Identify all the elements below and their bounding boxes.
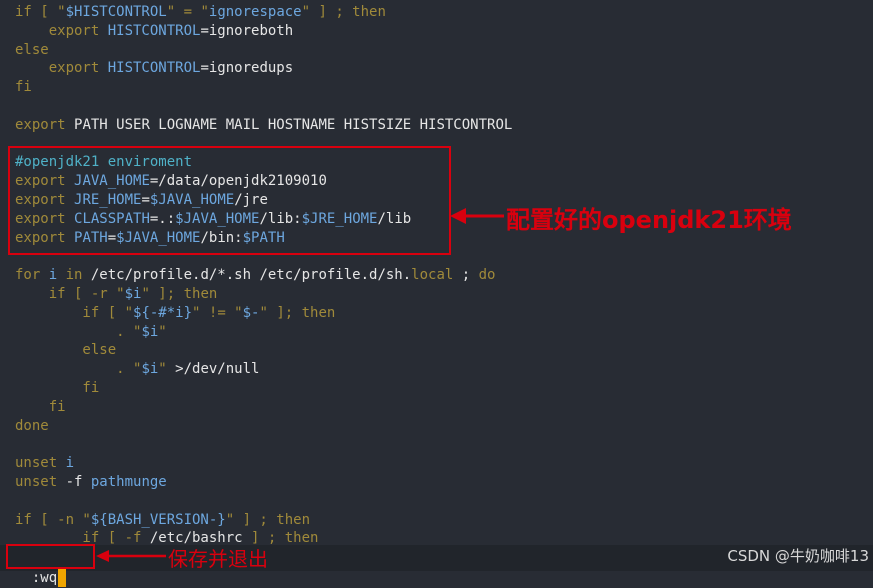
code-line: export HISTCONTROL=ignoredups bbox=[15, 59, 512, 78]
code-token: export bbox=[15, 116, 75, 133]
code-token: " ]; then bbox=[259, 304, 336, 321]
code-token: HISTCONTROL bbox=[107, 22, 201, 39]
code-line: fi bbox=[15, 379, 512, 398]
command-highlight-box bbox=[6, 544, 95, 569]
code-token: ${-#*i} bbox=[133, 304, 193, 321]
code-line: . "$i" bbox=[15, 323, 512, 342]
code-line: fi bbox=[15, 78, 512, 97]
code-token: $- bbox=[242, 304, 260, 321]
code-line: for i in /etc/profile.d/*.sh /etc/profil… bbox=[15, 266, 512, 285]
code-token: =ignoreboth bbox=[200, 22, 294, 39]
code-token: unset bbox=[15, 455, 66, 472]
code-token: . " bbox=[15, 323, 142, 340]
code-token: $HISTCONTROL bbox=[65, 4, 167, 20]
code-line: if [ "$HISTCONTROL" = "ignorespace" ] ; … bbox=[15, 3, 512, 22]
code-token: $i bbox=[141, 323, 159, 340]
code-line: done bbox=[15, 417, 512, 436]
code-token: export bbox=[15, 22, 108, 39]
code-line: if [ -n "${BASH_VERSION-}" ] ; then bbox=[15, 511, 512, 530]
code-token: /etc/profile.d/*.sh /etc/profile.d/sh. bbox=[90, 267, 412, 284]
code-token: " ] ; then bbox=[301, 4, 386, 20]
code-token: i bbox=[65, 455, 75, 472]
code-token: " bbox=[158, 323, 167, 340]
code-token: if [ " bbox=[15, 304, 134, 321]
editor-text-area[interactable]: if [ "$HISTCONTROL" = "ignorespace" ] ; … bbox=[15, 3, 512, 548]
java-env-annotation: 配置好的openjdk21环境 bbox=[506, 206, 792, 234]
code-line: else bbox=[15, 41, 512, 60]
code-token: export bbox=[15, 60, 108, 77]
code-line: else bbox=[15, 341, 512, 360]
code-token: PATH USER LOGNAME MAIL HOSTNAME HISTSIZE… bbox=[74, 116, 513, 133]
code-line: . "$i" >/dev/null bbox=[15, 360, 512, 379]
code-line: export PATH USER LOGNAME MAIL HOSTNAME H… bbox=[15, 116, 512, 135]
code-line: export HISTCONTROL=ignoreboth bbox=[15, 22, 512, 41]
code-token: ; bbox=[453, 267, 479, 284]
code-token: -f bbox=[65, 473, 91, 490]
code-token: in bbox=[65, 267, 91, 284]
code-token: unset bbox=[15, 473, 66, 490]
code-token: =ignoredups bbox=[200, 60, 294, 77]
code-token: HISTCONTROL bbox=[107, 60, 201, 77]
csdn-watermark: CSDN @牛奶咖啡13 bbox=[727, 547, 869, 565]
code-line: if [ -r "$i" ]; then bbox=[15, 285, 512, 304]
code-token: >/dev/null bbox=[175, 361, 260, 378]
code-token: $i bbox=[141, 361, 159, 378]
code-token: fi bbox=[15, 379, 100, 396]
code-token: if [ -n " bbox=[15, 511, 91, 528]
code-token: pathmunge bbox=[90, 473, 167, 490]
code-token: " ]; then bbox=[141, 285, 218, 302]
code-line: unset -f pathmunge bbox=[15, 473, 512, 492]
code-token: i bbox=[48, 267, 66, 284]
code-line: if [ "${-#*i}" != "$-" ]; then bbox=[15, 304, 512, 323]
code-token: " = " bbox=[166, 4, 209, 20]
code-token: ignorespace bbox=[208, 4, 302, 20]
code-token: else bbox=[15, 41, 49, 58]
code-token: do bbox=[478, 267, 496, 284]
command-text: :wq bbox=[31, 570, 58, 586]
java-env-highlight-box bbox=[8, 146, 451, 255]
arrow-to-java-env-icon bbox=[450, 208, 504, 224]
code-token: if [ " bbox=[15, 4, 66, 20]
code-token: local bbox=[411, 267, 454, 284]
code-token: . " bbox=[15, 361, 142, 378]
save-quit-annotation: 保存并退出 bbox=[168, 547, 268, 571]
code-token: fi bbox=[15, 79, 32, 96]
arrow-to-command-icon bbox=[96, 550, 166, 562]
code-token: else bbox=[15, 342, 117, 359]
code-token: done bbox=[15, 417, 49, 434]
code-token: " != " bbox=[192, 304, 243, 321]
code-token: for bbox=[15, 267, 49, 284]
code-token: ${BASH_VERSION-} bbox=[90, 511, 226, 528]
code-token: " bbox=[158, 361, 176, 378]
text-cursor bbox=[58, 569, 67, 587]
code-token: fi bbox=[15, 398, 66, 415]
code-line: unset i bbox=[15, 454, 512, 473]
code-token: $i bbox=[124, 285, 142, 302]
code-line: fi bbox=[15, 398, 512, 417]
code-token: " ] ; then bbox=[225, 511, 311, 528]
code-token: if [ -r " bbox=[15, 285, 125, 302]
